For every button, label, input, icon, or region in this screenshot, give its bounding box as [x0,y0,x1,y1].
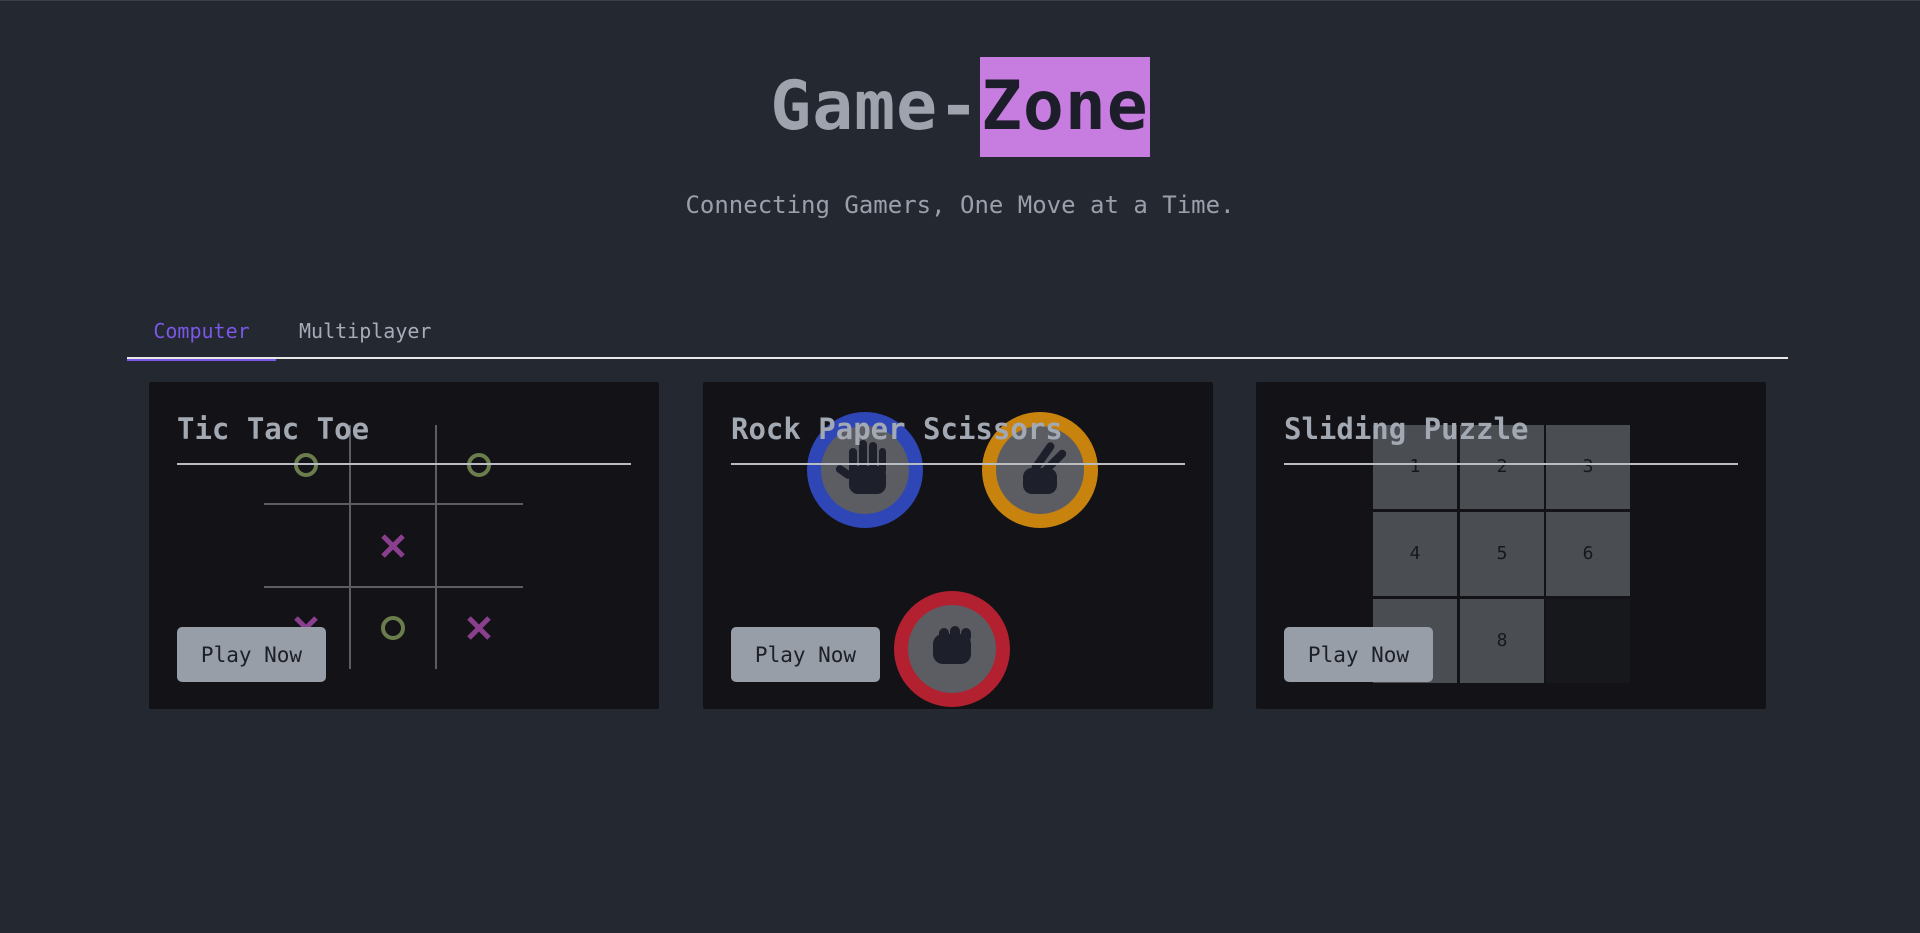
x-mark [467,616,491,640]
tab-computer[interactable]: Computer [127,313,276,361]
card-divider [1284,463,1738,465]
page-title-highlight: Zone [979,57,1150,157]
hand-rock-icon [894,591,1010,707]
mode-tabs: Computer Multiplayer [127,313,1788,361]
x-mark [381,534,405,558]
play-now-button[interactable]: Play Now [1284,627,1433,682]
puzzle-tile: 6 [1546,512,1630,596]
play-now-button[interactable]: Play Now [731,627,880,682]
card-title: Tic Tac Toe [177,412,370,446]
puzzle-tile: 8 [1460,599,1544,683]
puzzle-tile: 5 [1460,512,1544,596]
puzzle-tile: 3 [1546,425,1630,509]
puzzle-tile: 4 [1373,512,1457,596]
card-title: Rock Paper Scissors [731,412,1063,446]
card-title: Sliding Puzzle [1284,412,1529,446]
card-divider [731,463,1185,465]
page-title-main: Game- [770,67,980,146]
card-divider [177,463,631,465]
play-now-button[interactable]: Play Now [177,627,326,682]
game-card-sliding-puzzle[interactable]: 12345678 Sliding Puzzle Play Now [1256,382,1766,709]
page-title: Game-Zone [0,57,1920,157]
tab-multiplayer[interactable]: Multiplayer [299,313,431,359]
game-card-rps[interactable]: Rock Paper Scissors Play Now [703,382,1213,709]
o-mark [294,453,318,477]
tagline: Connecting Gamers, One Move at a Time. [685,191,1235,219]
o-mark [467,453,491,477]
puzzle-empty-slot [1546,599,1630,683]
game-card-tictactoe[interactable]: Tic Tac Toe Play Now [149,382,659,709]
o-mark [381,616,405,640]
